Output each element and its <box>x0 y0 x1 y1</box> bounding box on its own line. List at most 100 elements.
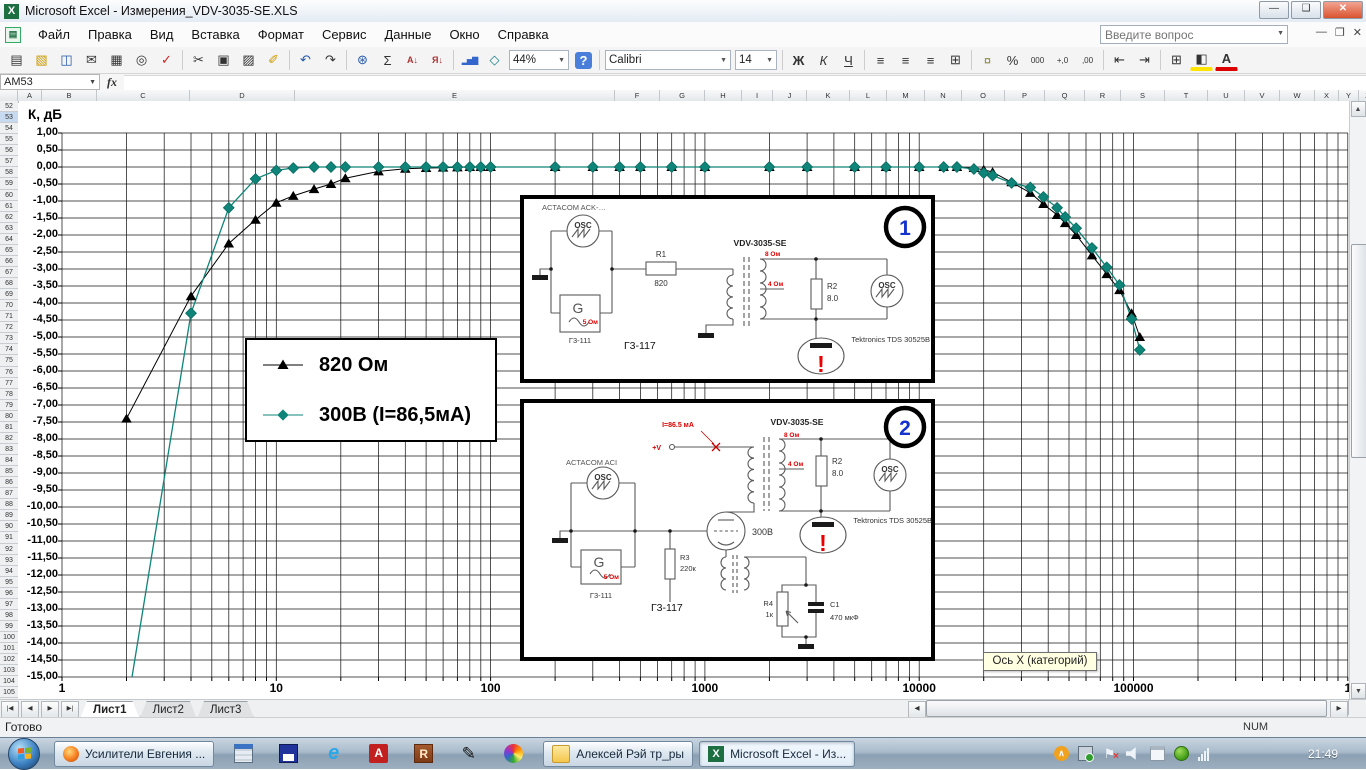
sort-ascending-icon[interactable]: А↓ <box>401 49 424 72</box>
column-header-B[interactable]: B <box>42 90 97 101</box>
column-header-Y[interactable]: Y <box>1339 90 1359 101</box>
row-header-61[interactable]: 61 <box>0 201 18 212</box>
column-header-M[interactable]: M <box>887 90 925 101</box>
drawing-icon[interactable]: ◇ <box>483 49 506 72</box>
copy-icon[interactable]: ▣ <box>212 49 235 72</box>
vertical-scroll-thumb[interactable] <box>1351 244 1366 458</box>
row-header-92[interactable]: 92 <box>0 544 18 555</box>
row-header-54[interactable]: 54 <box>0 123 18 134</box>
task-button-1[interactable]: Усилители Евгения ... <box>54 741 214 767</box>
redo-icon[interactable]: ↷ <box>319 49 342 72</box>
column-header-G[interactable]: G <box>660 90 705 101</box>
legend-item-1[interactable]: 820 Ом <box>247 340 495 390</box>
start-button[interactable] <box>8 738 40 770</box>
row-header-93[interactable]: 93 <box>0 555 18 566</box>
column-header-D[interactable]: D <box>190 90 295 101</box>
row-header-53[interactable]: 53 <box>0 112 18 123</box>
row-header-74[interactable]: 74 <box>0 344 18 355</box>
clipboard-icon[interactable] <box>1150 746 1165 761</box>
row-header-96[interactable]: 96 <box>0 588 18 599</box>
row-header-84[interactable]: 84 <box>0 455 18 466</box>
decrease-indent-icon[interactable]: ⇤ <box>1108 49 1131 72</box>
row-header-97[interactable]: 97 <box>0 599 18 610</box>
hidden-icons-chevron-icon[interactable]: ∧ <box>1054 746 1069 761</box>
column-header-N[interactable]: N <box>925 90 962 101</box>
row-header-65[interactable]: 65 <box>0 245 18 256</box>
menu-item-7[interactable]: Данные <box>375 24 440 45</box>
row-header-55[interactable]: 55 <box>0 134 18 145</box>
fill-color-icon[interactable]: ◧ <box>1190 49 1213 71</box>
internet-explorer-icon[interactable]: e <box>324 744 343 763</box>
spelling-icon[interactable]: ✓ <box>155 49 178 72</box>
column-header-W[interactable]: W <box>1280 90 1315 101</box>
column-header-T[interactable]: T <box>1165 90 1208 101</box>
row-header-73[interactable]: 73 <box>0 333 18 344</box>
chart-wizard-icon[interactable]: ▂▅▇ <box>458 49 481 72</box>
autosum-icon[interactable]: Σ <box>376 49 399 72</box>
name-box-dropdown-icon[interactable]: ▼ <box>89 79 96 86</box>
row-header-57[interactable]: 57 <box>0 156 18 167</box>
task-button-2[interactable]: Алексей Рэй тр_ры <box>543 741 693 767</box>
row-header-59[interactable]: 59 <box>0 178 18 189</box>
tab-last-icon[interactable]: ▶| <box>61 701 79 718</box>
row-header-94[interactable]: 94 <box>0 566 18 577</box>
action-flag-icon[interactable]: ⚑ <box>1102 746 1117 761</box>
maximize-button[interactable]: ❑ <box>1291 1 1321 19</box>
row-header-102[interactable]: 102 <box>0 654 18 665</box>
menu-item-9[interactable]: Справка <box>489 24 558 45</box>
column-header-C[interactable]: C <box>97 90 190 101</box>
menu-item-3[interactable]: Вид <box>141 24 183 45</box>
pen-icon[interactable]: ✎ <box>459 744 478 763</box>
hscroll-left-icon[interactable]: ◀ <box>908 701 926 718</box>
column-header-K[interactable]: K <box>807 90 850 101</box>
menu-item-8[interactable]: Окно <box>440 24 488 45</box>
workbook-minimize-button[interactable]: — <box>1316 26 1327 39</box>
currency-icon[interactable]: ¤ <box>976 49 999 72</box>
legend-item-2[interactable]: 300В (I=86,5мА) <box>247 390 495 440</box>
help-icon[interactable]: ? <box>575 52 592 69</box>
row-header-67[interactable]: 67 <box>0 267 18 278</box>
calculator-icon[interactable] <box>234 744 253 763</box>
row-header-56[interactable]: 56 <box>0 145 18 156</box>
chart-legend[interactable]: 820 Ом300В (I=86,5мА) <box>245 338 497 442</box>
font-combo[interactable]: Calibri▼ <box>605 50 731 70</box>
column-header-I[interactable]: I <box>742 90 773 101</box>
row-header-68[interactable]: 68 <box>0 278 18 289</box>
thousands-icon[interactable]: 000 <box>1026 49 1049 72</box>
open-icon[interactable]: ▧ <box>30 49 53 72</box>
increase-indent-icon[interactable]: ⇥ <box>1133 49 1156 72</box>
row-header-100[interactable]: 100 <box>0 632 18 643</box>
row-header-105[interactable]: 105 <box>0 687 18 698</box>
insert-function-button[interactable]: fx <box>100 75 124 90</box>
row-header-87[interactable]: 87 <box>0 488 18 499</box>
menu-item-6[interactable]: Сервис <box>313 24 376 45</box>
scroll-up-icon[interactable]: ▲ <box>1351 101 1366 117</box>
align-right-icon[interactable]: ≡ <box>919 49 942 72</box>
row-header-66[interactable]: 66 <box>0 256 18 267</box>
row-headers[interactable]: 5253545556575859606162636465666768697071… <box>0 101 19 699</box>
save-icon[interactable]: ◫ <box>55 49 78 72</box>
volume-icon[interactable] <box>1126 746 1141 761</box>
column-header-O[interactable]: O <box>962 90 1005 101</box>
usb-icon[interactable] <box>1078 746 1093 761</box>
hscroll-right-icon[interactable]: ▶ <box>1330 701 1348 718</box>
circuit-diagram-1[interactable]: 1 ACTACOM ACK-… OSC OSC G 5 Ом Г3-111 Г3… <box>520 195 935 383</box>
column-header-L[interactable]: L <box>850 90 887 101</box>
tab-split-handle[interactable] <box>1348 700 1366 715</box>
row-header-70[interactable]: 70 <box>0 300 18 311</box>
row-header-76[interactable]: 76 <box>0 367 18 378</box>
underline-icon[interactable]: Ч <box>837 49 860 72</box>
acrobat-icon[interactable]: A <box>369 744 388 763</box>
row-header-89[interactable]: 89 <box>0 510 18 521</box>
row-header-85[interactable]: 85 <box>0 466 18 477</box>
minimize-button[interactable]: — <box>1259 1 1289 19</box>
network-icon[interactable] <box>1198 746 1213 761</box>
close-button[interactable]: ✕ <box>1323 1 1363 19</box>
row-header-64[interactable]: 64 <box>0 234 18 245</box>
row-header-88[interactable]: 88 <box>0 499 18 510</box>
paint-app-icon[interactable] <box>504 744 523 763</box>
align-center-icon[interactable]: ≡ <box>894 49 917 72</box>
name-box[interactable]: AM53 ▼ <box>0 74 100 90</box>
select-all-corner[interactable] <box>0 90 18 101</box>
row-header-78[interactable]: 78 <box>0 389 18 400</box>
